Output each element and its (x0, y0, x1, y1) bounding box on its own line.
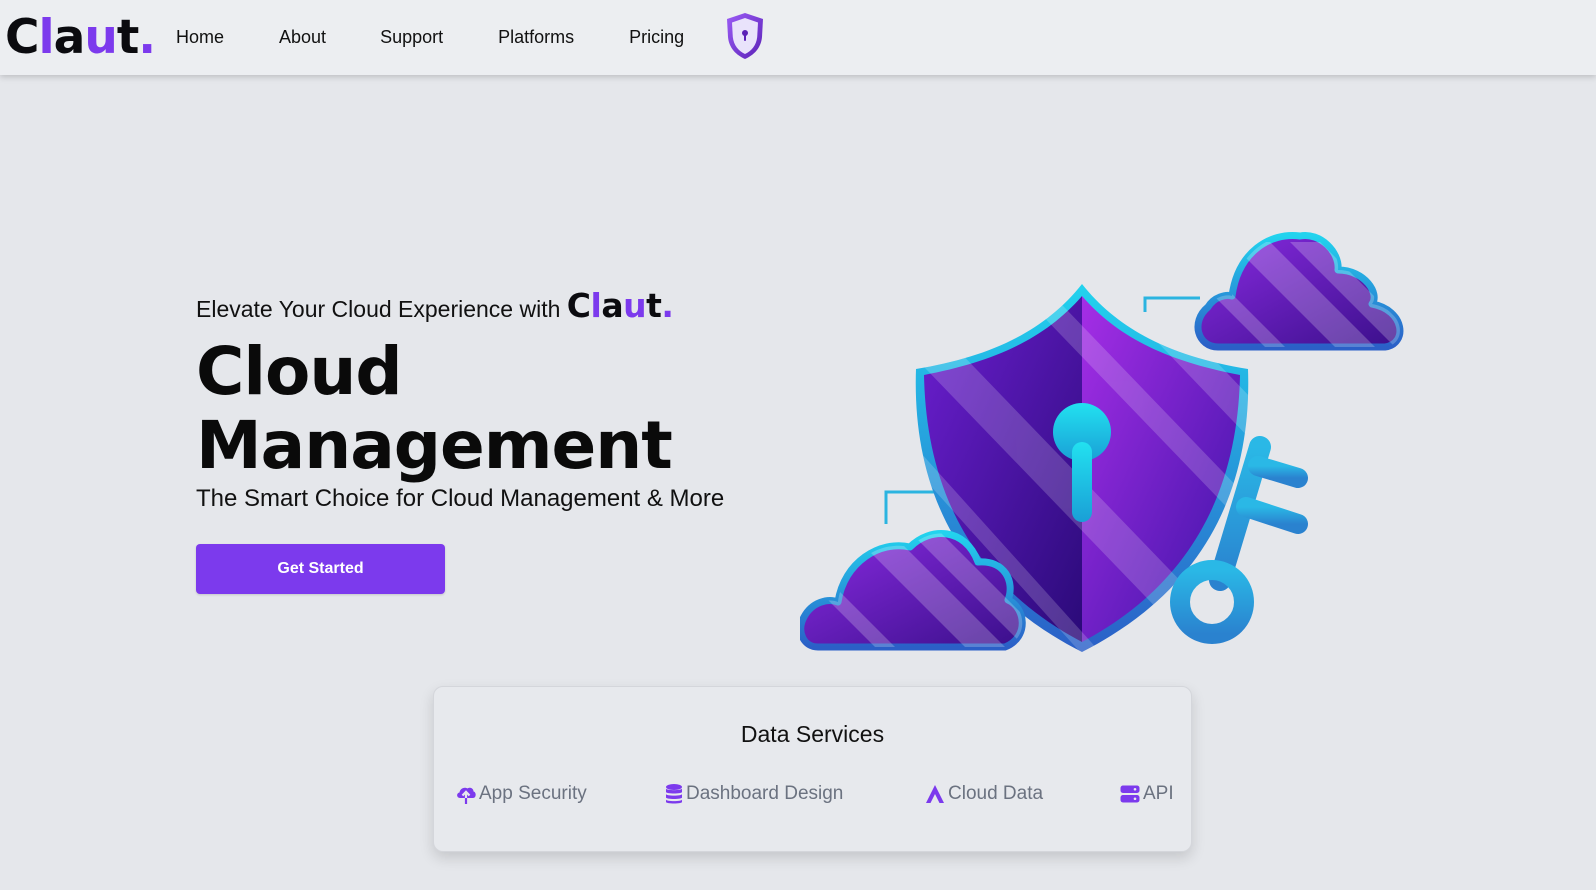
shield-lock-icon[interactable] (724, 11, 766, 61)
hero-title: Cloud Management (196, 335, 796, 483)
server-icon (1120, 785, 1140, 803)
nav-about[interactable]: About (279, 23, 326, 51)
logo-letter: u (623, 286, 647, 325)
get-started-button[interactable]: Get Started (196, 544, 445, 594)
logo-letter: u (84, 10, 117, 65)
a-letter-icon (926, 785, 944, 803)
hero-section: Elevate Your Cloud Experience with Claut… (196, 286, 796, 515)
logo-letter: . (138, 10, 156, 65)
hero-subtitle: The Smart Choice for Cloud Management & … (196, 485, 725, 512)
shield-keyhole-clouds-key-illustration (800, 232, 1404, 652)
service-label: Dashboard Design (686, 783, 844, 804)
main-nav: Home About Support Platforms Pricing (176, 23, 684, 51)
navbar: Claut. Home About Support Platforms Pric… (0, 0, 1596, 75)
hero-title-line: Management (196, 407, 673, 484)
logo-letter: l (590, 286, 602, 325)
service-label: Cloud Data (948, 783, 1044, 804)
logo-letter: a (601, 286, 624, 325)
hero-tagline: Elevate Your Cloud Experience with Claut… (196, 286, 796, 329)
brand-logo[interactable]: Claut. (5, 6, 156, 70)
nav-support[interactable]: Support (380, 23, 443, 51)
service-dashboard-design[interactable]: Dashboard Design (664, 783, 843, 805)
logo-letter: C (5, 10, 39, 65)
tagline-logo: Claut. (567, 286, 674, 325)
logo-letter: t (646, 286, 662, 325)
service-label: API (1143, 783, 1174, 804)
service-app-security[interactable]: App Security (455, 783, 587, 805)
logo-letter: . (661, 286, 674, 325)
logo-letter: t (116, 10, 139, 65)
service-api[interactable]: API (1119, 783, 1174, 805)
service-cloud-data[interactable]: Cloud Data (924, 783, 1043, 805)
hero-title-line: Cloud (196, 333, 403, 410)
database-icon (666, 784, 682, 804)
logo-letter: C (566, 286, 591, 325)
logo-letter: l (38, 10, 55, 65)
services-title: Data Services (740, 721, 885, 747)
tagline-text: Elevate Your Cloud Experience with (196, 296, 561, 322)
nav-home[interactable]: Home (176, 23, 224, 51)
cloud-right (1194, 232, 1404, 351)
cloud-upload-icon (457, 787, 476, 804)
data-services-card: Data Services App Security Dashboard Des… (433, 686, 1192, 852)
logo-letter: a (53, 10, 86, 65)
nav-pricing[interactable]: Pricing (629, 23, 684, 51)
nav-platforms[interactable]: Platforms (498, 23, 574, 51)
service-label: App Security (479, 783, 587, 804)
